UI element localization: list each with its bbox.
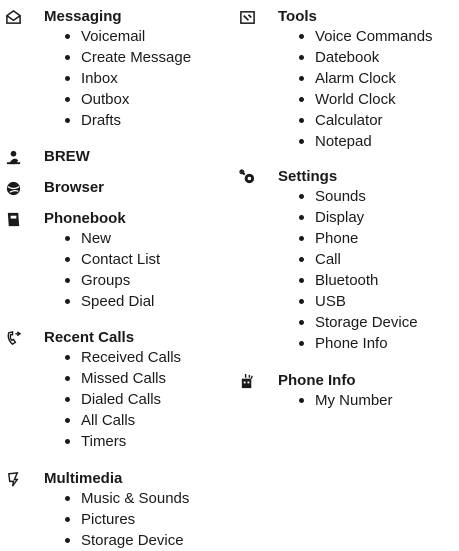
item-list: Voicemail Create Message Inbox Outbox Drafts	[44, 26, 229, 131]
list-item: Dialed Calls	[64, 389, 229, 410]
globe-icon	[4, 179, 22, 197]
list-item: Storage Device	[298, 312, 459, 333]
list-item: Inbox	[64, 68, 229, 89]
list-item: Received Calls	[64, 347, 229, 368]
phone-info-icon	[238, 372, 256, 390]
item-list: Received Calls Missed Calls Dialed Calls Al…	[44, 347, 229, 452]
list-item: New	[64, 228, 229, 249]
section-title-phonebook: Phonebook	[44, 210, 126, 227]
section-title-messaging: Messaging	[44, 8, 122, 25]
list-item: Phone Info	[298, 333, 459, 354]
list-item: My Number	[298, 390, 459, 411]
section-browser: Browser	[4, 178, 229, 197]
list-item: Phone	[298, 228, 459, 249]
section-title-browser: Browser	[44, 179, 105, 196]
envelope-icon	[4, 8, 22, 26]
section-title-brew: BREW	[44, 148, 90, 165]
tools-icon	[238, 8, 256, 26]
section-title-tools: Tools	[278, 8, 317, 25]
section-title-recent-calls: Recent Calls	[44, 329, 135, 346]
multimedia-icon	[4, 470, 22, 488]
list-item: Speed Dial	[64, 291, 229, 312]
section-title-settings: Settings	[278, 168, 338, 185]
item-list: New Contact List Groups Speed Dial	[44, 228, 229, 312]
section-brew: BREW	[4, 147, 229, 166]
list-item: Voice Commands	[298, 26, 459, 47]
list-item: Calculator	[298, 110, 459, 131]
list-item: World Clock	[298, 89, 459, 110]
item-list: My Number	[278, 390, 459, 411]
item-list: Sounds Display Phone Call Bluetooth USB Storag…	[278, 186, 459, 354]
section-phonebook: Phonebook New Contact List Groups Speed Dial	[4, 209, 229, 312]
list-item: Bluetooth	[298, 270, 459, 291]
list-item: Notepad	[298, 131, 459, 152]
list-item: Drafts	[64, 110, 229, 131]
brew-icon	[4, 148, 22, 166]
section-phone-info: Phone Info My Number	[238, 371, 459, 411]
list-item: USB	[298, 291, 459, 312]
list-item: Music & Sounds	[64, 488, 229, 509]
list-item: Display	[298, 207, 459, 228]
phonebook-icon	[4, 210, 22, 228]
section-recent-calls: Recent Calls Received Calls Missed Calls Di…	[4, 328, 229, 452]
section-messaging: Messaging Voicemail Create Message Inbox Out…	[4, 7, 229, 131]
section-settings: Settings Sounds Display Phone Call Bluetooth U…	[238, 167, 459, 354]
list-item: Call	[298, 249, 459, 270]
list-item: Create Message	[64, 47, 229, 68]
list-item: Groups	[64, 270, 229, 291]
list-item: Outbox	[64, 89, 229, 110]
section-multimedia: Multimedia Music & Sounds Pictures Storage …	[4, 469, 229, 551]
list-item: Sounds	[298, 186, 459, 207]
recent-calls-icon	[4, 329, 22, 347]
item-list: Music & Sounds Pictures Storage Device	[44, 488, 229, 551]
list-item: Datebook	[298, 47, 459, 68]
list-item: Pictures	[64, 509, 229, 530]
list-item: All Calls	[64, 410, 229, 431]
list-item: Alarm Clock	[298, 68, 459, 89]
list-item: Voicemail	[64, 26, 229, 47]
section-title-phone-info: Phone Info	[278, 372, 356, 389]
list-item: Missed Calls	[64, 368, 229, 389]
list-item: Timers	[64, 431, 229, 452]
item-list: Voice Commands Datebook Alarm Clock World C…	[278, 26, 459, 152]
section-title-multimedia: Multimedia	[44, 470, 123, 487]
section-tools: Tools Voice Commands Datebook Alarm Clock Wo…	[238, 7, 459, 152]
settings-icon	[238, 168, 256, 186]
list-item: Contact List	[64, 249, 229, 270]
